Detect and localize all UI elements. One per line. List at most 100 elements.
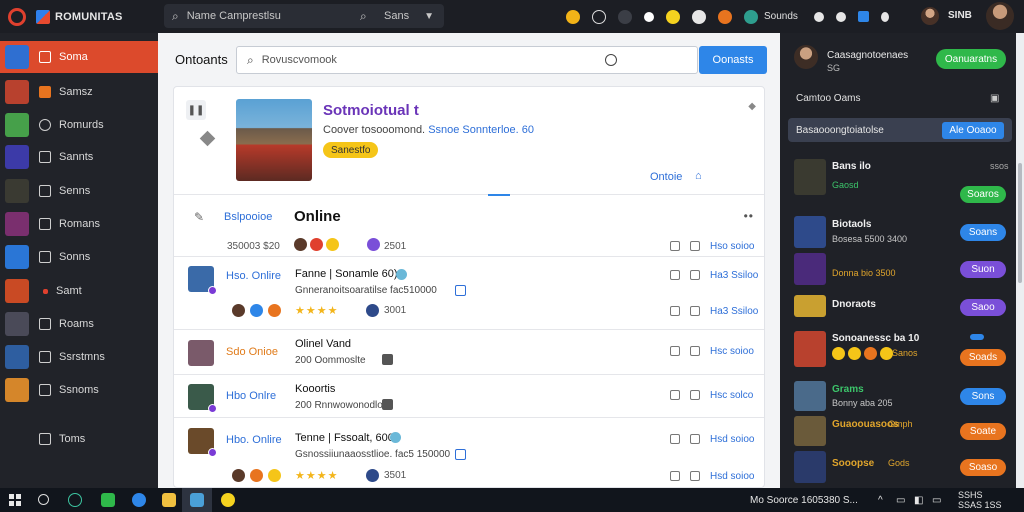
game-thumb[interactable] (794, 451, 826, 483)
share-icon[interactable] (857, 11, 869, 22)
game-thumb[interactable] (794, 253, 826, 285)
copy-icon[interactable] (670, 390, 680, 400)
copy-icon[interactable] (670, 241, 680, 251)
row-title[interactable]: Fanne | Sonamle 60) (295, 268, 398, 280)
table-row[interactable]: Hso. Onlire Fanne | Sonamle 60) Gnnerano… (174, 258, 764, 330)
action-link[interactable]: Ha3 Ssiloo (710, 306, 758, 317)
ghost-icon[interactable] (692, 9, 706, 24)
sidebar-item-8[interactable]: Roams (0, 308, 158, 340)
copy-icon[interactable] (670, 270, 680, 280)
item-button[interactable]: Soads (960, 349, 1006, 366)
sidebar-item-11[interactable]: Toms (0, 423, 158, 455)
sidebar-item-4[interactable]: Senns (0, 175, 158, 207)
row-title[interactable]: Tenne | Fssoalt, 600 (295, 432, 394, 444)
item-button[interactable]: Soans (960, 224, 1006, 241)
fire-icon[interactable] (250, 469, 263, 482)
main-search-input[interactable]: Rovuscvomook (262, 54, 337, 66)
flag-icon[interactable] (835, 11, 846, 22)
volume-icon[interactable]: ◧ (914, 495, 923, 506)
copy-icon[interactable] (670, 434, 680, 444)
edit-icon[interactable] (690, 471, 700, 481)
highlight-button[interactable]: Ale Ooaoo (942, 122, 1004, 139)
chevron-right-icon[interactable] (880, 11, 889, 22)
section-label[interactable]: Bslpooioe (224, 211, 272, 223)
pause-icon[interactable]: ❚❚ (186, 100, 206, 120)
avatar[interactable] (188, 340, 214, 366)
action-link[interactable]: Hsc soioo (710, 346, 754, 357)
app-icon[interactable] (190, 493, 204, 507)
edit-icon[interactable] (690, 434, 700, 444)
sidebar-item-1[interactable]: Samsz (0, 76, 158, 108)
avatar[interactable] (794, 45, 818, 69)
game-icon[interactable] (718, 9, 732, 24)
row-title[interactable]: Olinel Vand (295, 338, 351, 350)
action-link[interactable]: Hso soioo (710, 241, 754, 252)
lightbulb-icon[interactable] (221, 493, 235, 507)
browser-icon[interactable] (132, 493, 146, 507)
item-button[interactable]: Soaso (960, 459, 1006, 476)
battery-icon[interactable]: ▭ (932, 495, 941, 506)
search-icon[interactable] (38, 494, 49, 505)
more-icon[interactable]: •• (744, 209, 754, 223)
top-search-bar[interactable]: ⌕ Name Camprestlsu ⌕ Sans ▼ (164, 4, 444, 28)
avatar[interactable] (188, 266, 217, 295)
game-status[interactable]: Ontoie (650, 171, 682, 183)
store-icon[interactable] (101, 493, 115, 507)
item-button[interactable]: Soaros (960, 186, 1006, 203)
chevron-down-icon[interactable]: ▼ (424, 11, 434, 22)
up-arrow-icon[interactable] (813, 11, 824, 22)
clock-icon[interactable] (592, 9, 606, 24)
scrollbar[interactable] (1016, 33, 1024, 488)
sidebar-item-10[interactable]: Ssnoms (0, 374, 158, 406)
network-icon[interactable]: ▭ (896, 495, 905, 506)
game-thumb[interactable] (794, 216, 826, 248)
item-button[interactable]: Saoo (960, 299, 1006, 316)
item-button[interactable]: Soate (960, 423, 1006, 440)
edit-icon[interactable] (690, 241, 700, 251)
pin-icon[interactable]: ◆ (748, 101, 756, 112)
copy-icon[interactable] (670, 346, 680, 356)
banana-icon[interactable] (666, 9, 680, 24)
copy-icon[interactable] (670, 471, 680, 481)
action-link[interactable]: Hsd soioo (710, 471, 754, 482)
search-button[interactable]: Oonasts (699, 46, 767, 74)
game-thumb[interactable] (794, 295, 826, 317)
star-icon[interactable] (644, 11, 654, 22)
lock-icon[interactable]: ▣ (990, 93, 999, 104)
item-button[interactable]: Sons (960, 388, 1006, 405)
history-icon[interactable] (605, 54, 617, 66)
action-link[interactable]: Hsc solco (710, 390, 753, 401)
game-thumb[interactable] (794, 416, 826, 446)
game-meta-link[interactable]: Ssnoe Sonnterloe. 60 (428, 124, 534, 136)
toggle-icon[interactable] (970, 334, 984, 340)
top-user-label[interactable]: SINB (948, 10, 972, 21)
edit-icon[interactable] (690, 390, 700, 400)
top-search-filter[interactable]: Sans (384, 10, 409, 22)
avatar[interactable] (188, 428, 217, 457)
game-cover[interactable] (236, 99, 312, 181)
emoji-icon[interactable] (566, 9, 580, 24)
chevron-up-icon[interactable]: ^ (878, 495, 883, 506)
avatar[interactable] (188, 384, 217, 413)
windows-start-icon[interactable] (9, 494, 21, 506)
action-link[interactable]: Hsd soioo (710, 434, 754, 445)
sidebar-item-2[interactable]: Romurds (0, 109, 158, 141)
smile-icon[interactable] (268, 469, 281, 482)
table-row[interactable]: Hbo. Onlire Tenne | Fssoalt, 600 Gsnossi… (174, 419, 764, 487)
table-row[interactable]: Sdo Onioe Olinel Vand 200 Oommoslte Hsc … (174, 331, 764, 375)
sidebar-item-9[interactable]: Ssrstmns (0, 341, 158, 373)
edit-icon[interactable] (690, 346, 700, 356)
user-avatar[interactable] (986, 2, 1014, 30)
row-title[interactable]: Kooortis (295, 383, 335, 395)
folder-icon[interactable] (162, 493, 176, 507)
app-logo[interactable] (8, 7, 26, 26)
smile-icon[interactable] (326, 238, 339, 251)
heart-icon[interactable] (310, 238, 323, 251)
user-action-button[interactable]: Oanuaratns (936, 49, 1006, 69)
grid-icon[interactable] (618, 9, 632, 24)
copy-icon[interactable] (670, 306, 680, 316)
sidebar-item-3[interactable]: Sannts (0, 141, 158, 173)
scrollbar-thumb[interactable] (1018, 163, 1022, 283)
home-icon[interactable]: ⌂ (695, 170, 702, 182)
table-row[interactable]: Hbo Onlre Kooortis 200 Rnnwowonodlo Hsc … (174, 376, 764, 418)
